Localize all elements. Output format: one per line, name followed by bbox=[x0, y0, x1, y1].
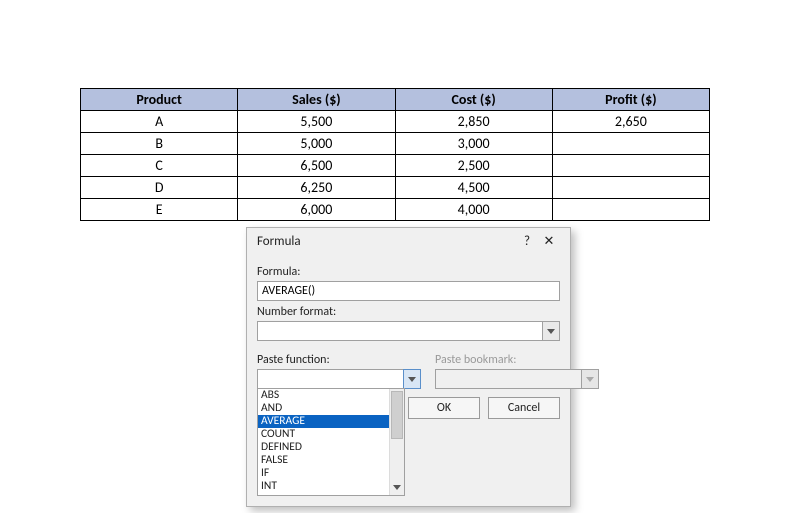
table-cell[interactable]: 2,500 bbox=[395, 155, 552, 177]
table-cell[interactable]: 6,500 bbox=[238, 155, 395, 177]
paste-function-label: Paste function: bbox=[257, 353, 421, 367]
number-format-label: Number format: bbox=[257, 305, 560, 319]
table-cell[interactable]: E bbox=[81, 199, 238, 221]
paste-bookmark-dropdown-button bbox=[581, 369, 599, 389]
table-body: A5,5002,8502,650B5,0003,000C6,5002,500D6… bbox=[81, 111, 710, 221]
formula-dialog: Formula ? ✕ Formula: Number format: Past… bbox=[246, 227, 571, 507]
chevron-down-icon bbox=[408, 377, 416, 382]
table-row: B5,0003,000 bbox=[81, 133, 710, 155]
scrollbar-down-button[interactable] bbox=[390, 480, 404, 495]
table-cell[interactable]: B bbox=[81, 133, 238, 155]
function-listbox[interactable]: ABSANDAVERAGECOUNTDEFINEDFALSEIFINT bbox=[257, 388, 405, 496]
col-cost: Cost ($) bbox=[395, 89, 552, 111]
table-cell[interactable] bbox=[552, 177, 709, 199]
close-button[interactable]: ✕ bbox=[538, 234, 560, 249]
table-cell[interactable]: 2,850 bbox=[395, 111, 552, 133]
paste-bookmark-combo bbox=[435, 369, 599, 389]
product-table: Product Sales ($) Cost ($) Profit ($) A5… bbox=[80, 88, 710, 221]
table-row: A5,5002,8502,650 bbox=[81, 111, 710, 133]
table-row: E6,0004,000 bbox=[81, 199, 710, 221]
ok-button[interactable]: OK bbox=[408, 397, 480, 419]
table-row: D6,2504,500 bbox=[81, 177, 710, 199]
table-cell[interactable]: 5,500 bbox=[238, 111, 395, 133]
chevron-down-icon bbox=[586, 377, 594, 382]
chevron-down-icon bbox=[393, 485, 401, 490]
col-profit: Profit ($) bbox=[552, 89, 709, 111]
formula-input[interactable] bbox=[257, 281, 560, 301]
number-format-input[interactable] bbox=[257, 321, 542, 341]
table-cell[interactable]: A bbox=[81, 111, 238, 133]
table-row: C6,5002,500 bbox=[81, 155, 710, 177]
table-cell[interactable]: C bbox=[81, 155, 238, 177]
function-list-items: ABSANDAVERAGECOUNTDEFINEDFALSEIFINT bbox=[258, 389, 389, 493]
table-cell[interactable] bbox=[552, 133, 709, 155]
number-format-dropdown-button[interactable] bbox=[542, 321, 560, 341]
chevron-down-icon bbox=[547, 329, 555, 334]
table-header-row: Product Sales ($) Cost ($) Profit ($) bbox=[81, 89, 710, 111]
table-cell[interactable] bbox=[552, 199, 709, 221]
col-product: Product bbox=[81, 89, 238, 111]
dialog-title: Formula bbox=[257, 234, 516, 249]
table-cell[interactable]: D bbox=[81, 177, 238, 199]
paste-bookmark-input bbox=[435, 369, 581, 389]
table-cell[interactable]: 3,000 bbox=[395, 133, 552, 155]
function-list-item[interactable]: IF bbox=[258, 467, 389, 480]
paste-function-input[interactable] bbox=[257, 369, 403, 389]
paste-bookmark-label: Paste bookmark: bbox=[435, 353, 599, 367]
table-cell[interactable]: 4,000 bbox=[395, 199, 552, 221]
table-cell[interactable]: 5,000 bbox=[238, 133, 395, 155]
dialog-body: Formula: Number format: Paste function: … bbox=[247, 255, 570, 506]
paste-function-dropdown-button[interactable] bbox=[403, 369, 421, 389]
scrollbar-track[interactable] bbox=[389, 389, 404, 495]
formula-label: Formula: bbox=[257, 265, 560, 279]
paste-function-combo[interactable] bbox=[257, 369, 421, 389]
table-cell[interactable]: 6,250 bbox=[238, 177, 395, 199]
number-format-combo[interactable] bbox=[257, 321, 560, 341]
scrollbar-thumb[interactable] bbox=[391, 391, 403, 439]
table-cell[interactable]: 6,000 bbox=[238, 199, 395, 221]
help-button[interactable]: ? bbox=[516, 234, 538, 249]
table-cell[interactable] bbox=[552, 155, 709, 177]
col-sales: Sales ($) bbox=[238, 89, 395, 111]
table-cell[interactable]: 2,650 bbox=[552, 111, 709, 133]
cancel-button[interactable]: Cancel bbox=[488, 397, 560, 419]
dialog-titlebar[interactable]: Formula ? ✕ bbox=[247, 228, 570, 255]
table-cell[interactable]: 4,500 bbox=[395, 177, 552, 199]
function-list-item[interactable]: INT bbox=[258, 480, 389, 493]
function-list-item[interactable]: FALSE bbox=[258, 454, 389, 467]
